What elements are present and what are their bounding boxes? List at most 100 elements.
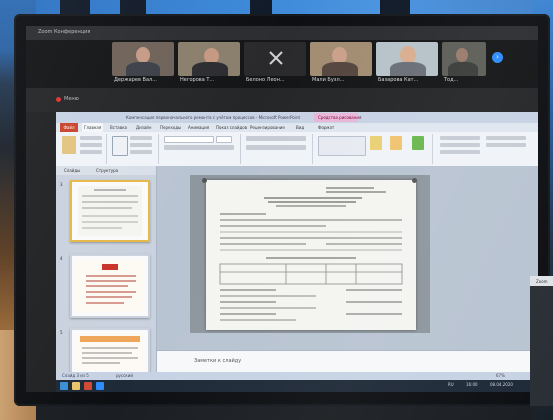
tab-view[interactable]: Вид <box>296 125 304 130</box>
slide-thumbnail-content <box>76 334 144 370</box>
explorer-icon[interactable] <box>72 382 80 390</box>
monitor-screen: Zoom Конференция Держарев Вал... Негоров… <box>26 26 538 392</box>
slide-thumbnail[interactable] <box>70 180 150 242</box>
participant-body <box>390 62 426 76</box>
background-stripe <box>60 0 90 14</box>
slide-number: 3 <box>60 182 63 187</box>
tray-clock[interactable]: 16:00 <box>466 382 478 387</box>
alignment-buttons[interactable] <box>246 145 306 150</box>
participant-body <box>448 62 478 76</box>
next-page-button[interactable]: › <box>492 52 503 63</box>
secondary-window[interactable] <box>530 276 553 406</box>
participant-body <box>126 62 160 76</box>
font-name-field[interactable] <box>164 136 214 143</box>
ribbon-button[interactable] <box>80 136 102 140</box>
pin-icon <box>412 178 417 183</box>
file-tab[interactable]: Файл <box>60 123 78 132</box>
shape-fill-icon[interactable] <box>412 136 424 150</box>
start-icon[interactable] <box>60 382 68 390</box>
slide-thumbnail-content <box>76 260 144 312</box>
participant-name: Держарев Вал... <box>114 77 157 83</box>
status-zoom[interactable]: 67% <box>496 373 505 378</box>
paste-icon[interactable] <box>62 136 76 154</box>
ribbon-separator <box>432 134 433 164</box>
font-format-buttons[interactable] <box>164 145 234 150</box>
ribbon-button[interactable] <box>130 150 152 154</box>
zoom-menu-label[interactable]: Меню <box>64 96 79 102</box>
background-stripe <box>120 0 146 14</box>
shapes-gallery[interactable] <box>318 136 366 156</box>
slide-document-image[interactable] <box>206 180 416 330</box>
zoom-window-title: Zoom Конференция <box>38 29 91 35</box>
ribbon-button[interactable] <box>440 150 480 154</box>
ribbon-button[interactable] <box>440 143 480 147</box>
participant-name: Белоно Леон... <box>246 77 285 83</box>
participant-video-tile[interactable] <box>178 42 240 76</box>
zoom-icon[interactable] <box>96 382 104 390</box>
background-stripe <box>380 0 410 14</box>
participant-video-tile[interactable] <box>244 42 306 76</box>
participant-name: Мали Бузл... <box>312 77 345 83</box>
quick-styles-icon[interactable] <box>390 136 402 150</box>
slide-number: 5 <box>60 330 63 335</box>
ribbon-separator <box>312 134 313 164</box>
participant-video-tile[interactable] <box>112 42 174 76</box>
powerpoint-icon[interactable] <box>84 382 92 390</box>
participant-video-tile[interactable] <box>442 42 486 76</box>
participant-name: Базарова Кат... <box>378 77 419 83</box>
status-language: русский <box>116 373 133 378</box>
camera-off-icon <box>269 51 283 65</box>
slide-number: 4 <box>60 256 63 261</box>
tab-review[interactable]: Рецензирование <box>250 125 285 130</box>
participant-video-tile[interactable] <box>310 42 372 76</box>
ribbon-button[interactable] <box>486 143 526 147</box>
participant-body <box>322 62 358 76</box>
ppt-context-tab-label: Средства рисования <box>318 115 362 120</box>
secondary-window-title: Zoom <box>536 279 548 284</box>
recording-dot-icon <box>56 97 61 102</box>
participant-face <box>136 47 150 63</box>
slide-thumbnail[interactable] <box>70 254 150 318</box>
font-size-field[interactable] <box>216 136 232 143</box>
ribbon-button[interactable] <box>80 150 102 154</box>
participant-video-tile[interactable] <box>376 42 438 76</box>
zoom-gallery-strip: Держарев Вал... Негорова Т... Белоно Лео… <box>26 40 538 88</box>
ribbon-button[interactable] <box>486 136 526 140</box>
tab-home[interactable]: Главная <box>82 123 104 132</box>
tab-slides[interactable]: Слайды <box>64 168 80 173</box>
tray-date[interactable]: 08.04.2020 <box>490 382 513 387</box>
new-slide-icon[interactable] <box>112 136 128 156</box>
ribbon-button[interactable] <box>440 136 480 140</box>
powerpoint-window: Компенсация первоначального ремонта с уч… <box>56 112 538 392</box>
tab-animations[interactable]: Анимация <box>188 125 209 130</box>
zoom-title-bar: Zoom Конференция <box>26 26 538 40</box>
zoom-toolbar <box>26 88 538 112</box>
tab-slideshow[interactable]: Показ слайдов <box>216 125 247 130</box>
tab-format[interactable]: Формат <box>318 125 334 130</box>
ribbon-button[interactable] <box>80 143 102 147</box>
ribbon-button[interactable] <box>130 136 152 140</box>
document-scan <box>219 187 403 321</box>
paragraph-buttons[interactable] <box>246 136 306 141</box>
pin-icon <box>202 178 207 183</box>
tab-outline[interactable]: Структура <box>96 168 118 173</box>
notes-placeholder: Заметки к слайду <box>194 358 242 364</box>
background-stripe <box>250 0 272 14</box>
ppt-title-bar: Компенсация первоначального ремонта с уч… <box>56 112 538 123</box>
participant-face <box>456 48 468 62</box>
ribbon-separator <box>106 134 107 164</box>
slide-thumbnail-content <box>78 186 142 236</box>
participant-name: Тод... <box>444 77 459 83</box>
participant-body <box>192 62 228 76</box>
tab-transitions[interactable]: Переходы <box>160 125 181 130</box>
tray-language[interactable]: RU <box>448 382 454 387</box>
ribbon-separator <box>240 134 241 164</box>
slide-thumbnail[interactable] <box>70 328 150 374</box>
ribbon-button[interactable] <box>130 143 152 147</box>
arrange-icon[interactable] <box>370 136 382 150</box>
participant-name: Негорова Т... <box>180 77 215 83</box>
tab-design[interactable]: Дизайн <box>136 125 152 130</box>
ribbon-separator <box>158 134 159 164</box>
tab-insert[interactable]: Вставка <box>110 125 127 130</box>
ppt-window-title: Компенсация первоначального ремонта с уч… <box>126 115 301 120</box>
